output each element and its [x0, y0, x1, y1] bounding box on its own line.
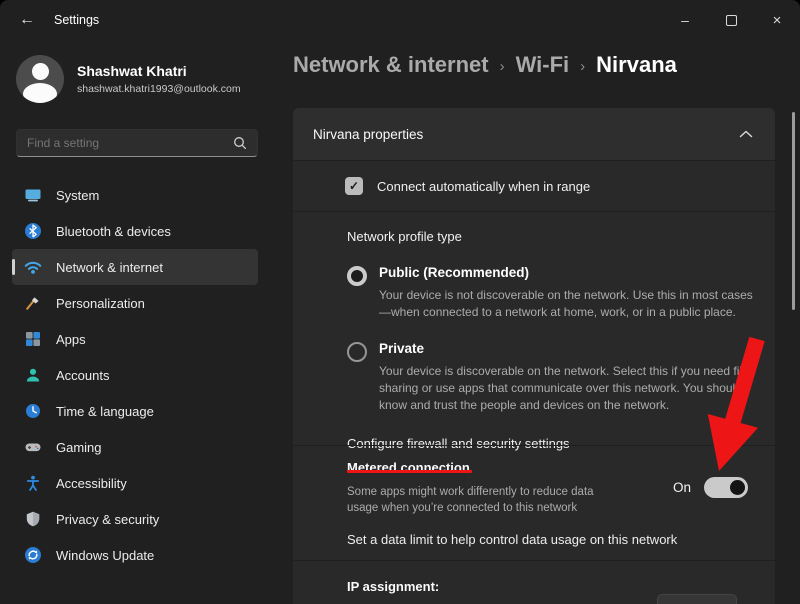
user-profile: Shashwat Khatri shashwat.khatri1993@outl…: [16, 55, 241, 103]
apps-icon: [24, 330, 42, 348]
metered-toggle-group: On: [673, 477, 748, 498]
sidebar-item-bluetooth-devices[interactable]: Bluetooth & devices: [12, 213, 258, 249]
chevron-right-icon: ›: [500, 56, 505, 75]
sidebar-item-label: Accounts: [56, 368, 109, 383]
system-icon: [24, 186, 42, 204]
sidebar-item-network-internet[interactable]: Network & internet: [12, 249, 258, 285]
sidebar-item-label: System: [56, 188, 99, 203]
sidebar: System Bluetooth & devices Network & int…: [12, 177, 258, 573]
metered-connection-section: Metered connection Some apps might work …: [293, 445, 775, 560]
private-radio-description: Your device is discoverable on the netwo…: [379, 363, 755, 413]
bluetooth-icon: [24, 222, 42, 240]
public-profile-option: Public (Recommended) Your device is not …: [347, 265, 755, 320]
sidebar-item-label: Time & language: [56, 404, 154, 419]
windows-update-icon: [24, 546, 42, 564]
close-button[interactable]: ×: [754, 0, 800, 40]
back-button[interactable]: ←: [10, 6, 44, 34]
search-input[interactable]: [27, 136, 233, 150]
sidebar-item-accessibility[interactable]: Accessibility: [12, 465, 258, 501]
annotation-underline: [347, 470, 472, 473]
chevron-up-icon: [739, 130, 753, 138]
page-title: Nirvana: [596, 52, 677, 78]
ip-assignment-label: IP assignment:: [347, 579, 439, 594]
search-box[interactable]: [16, 129, 258, 157]
network-profile-heading: Network profile type: [347, 229, 755, 244]
breadcrumb-wifi[interactable]: Wi-Fi: [516, 52, 570, 78]
sidebar-item-label: Personalization: [56, 296, 145, 311]
breadcrumb-network-internet[interactable]: Network & internet: [293, 52, 489, 78]
sidebar-item-windows-update[interactable]: Windows Update: [12, 537, 258, 573]
accessibility-icon: [24, 474, 42, 492]
expander-title: Nirvana properties: [313, 127, 423, 142]
gaming-icon: [24, 438, 42, 456]
sidebar-item-label: Gaming: [56, 440, 102, 455]
private-radio-label[interactable]: Private: [379, 341, 755, 358]
sidebar-item-personalization[interactable]: Personalization: [12, 285, 258, 321]
titlebar: ← Settings – ×: [0, 0, 800, 40]
sidebar-item-accounts[interactable]: Accounts: [12, 357, 258, 393]
user-email: shashwat.khatri1993@outlook.com: [77, 83, 241, 95]
public-radio-label[interactable]: Public (Recommended): [379, 265, 755, 282]
content-pane: Nirvana properties ✓ Connect automatical…: [293, 108, 775, 604]
toggle-state-label: On: [673, 480, 691, 495]
window-controls: – ×: [662, 0, 800, 40]
network-profile-section: Network profile type Public (Recommended…: [293, 211, 775, 445]
metered-connection-toggle[interactable]: [704, 477, 748, 498]
connect-automatically-row: ✓ Connect automatically when in range: [293, 160, 775, 211]
private-radio[interactable]: [347, 342, 367, 362]
sidebar-item-label: Privacy & security: [56, 512, 159, 527]
public-radio[interactable]: [347, 266, 367, 286]
settings-window: ← Settings – × Shashwat Khatri shashwat.…: [0, 0, 800, 604]
sidebar-item-gaming[interactable]: Gaming: [12, 429, 258, 465]
public-radio-description: Your device is not discoverable on the n…: [379, 287, 755, 321]
connect-automatically-checkbox[interactable]: ✓: [345, 177, 363, 195]
metered-connection-description: Some apps might work differently to redu…: [347, 484, 599, 517]
nirvana-properties-expander[interactable]: Nirvana properties: [293, 108, 775, 160]
personalization-icon: [24, 294, 42, 312]
private-profile-option: Private Your device is discoverable on t…: [347, 341, 755, 413]
avatar: [16, 55, 64, 103]
sidebar-item-label: Windows Update: [56, 548, 154, 563]
maximize-icon: [726, 15, 737, 26]
sidebar-item-label: Bluetooth & devices: [56, 224, 171, 239]
edit-button[interactable]: [657, 594, 737, 604]
window-title: Settings: [54, 13, 99, 27]
minimize-button[interactable]: –: [662, 0, 708, 40]
privacy-security-icon: [24, 510, 42, 528]
minimize-icon: –: [681, 12, 689, 28]
toggle-knob: [730, 480, 745, 495]
set-data-limit-link[interactable]: Set a data limit to help control data us…: [347, 532, 677, 547]
wifi-icon: [24, 258, 42, 276]
magnifier-icon: [233, 136, 247, 150]
sidebar-item-time-language[interactable]: Time & language: [12, 393, 258, 429]
sidebar-item-label: Accessibility: [56, 476, 127, 491]
sidebar-item-privacy-security[interactable]: Privacy & security: [12, 501, 258, 537]
ip-assignment-section: IP assignment:: [293, 560, 775, 604]
time-language-icon: [24, 402, 42, 420]
sidebar-item-label: Network & internet: [56, 260, 163, 275]
back-arrow-icon: ←: [19, 11, 35, 29]
maximize-button[interactable]: [708, 0, 754, 40]
sidebar-item-label: Apps: [56, 332, 86, 347]
connect-automatically-label[interactable]: Connect automatically when in range: [377, 179, 590, 194]
scrollbar-thumb[interactable]: [792, 112, 795, 310]
check-icon: ✓: [349, 179, 359, 193]
sidebar-item-apps[interactable]: Apps: [12, 321, 258, 357]
close-icon: ×: [773, 12, 782, 29]
accounts-icon: [24, 366, 42, 384]
breadcrumb: Network & internet › Wi-Fi › Nirvana: [293, 52, 677, 78]
sidebar-item-system[interactable]: System: [12, 177, 258, 213]
chevron-right-icon: ›: [580, 56, 585, 75]
user-name: Shashwat Khatri: [77, 63, 241, 80]
